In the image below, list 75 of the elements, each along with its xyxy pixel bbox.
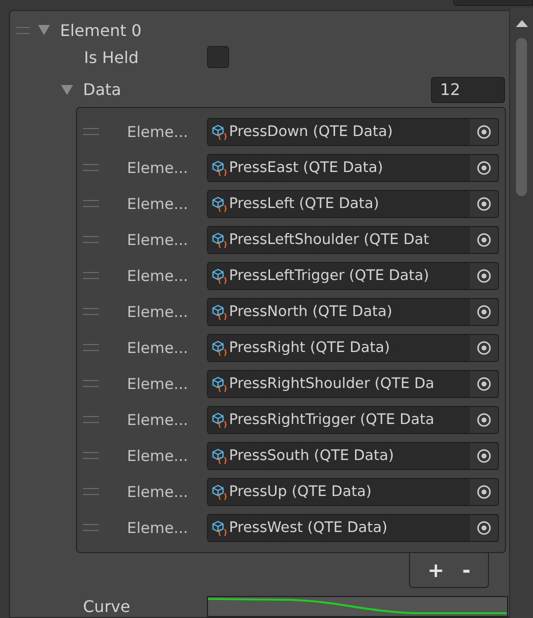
object-field[interactable]: PressUp (QTE Data) xyxy=(207,478,499,506)
size-field[interactable]: 12 xyxy=(431,76,505,103)
object-picker-icon[interactable] xyxy=(470,406,498,433)
script-cube-icon xyxy=(211,412,227,428)
object-field[interactable]: PressSouth (QTE Data) xyxy=(207,442,499,470)
object-field[interactable]: PressWest (QTE Data) xyxy=(207,514,499,542)
drag-handle-icon[interactable] xyxy=(83,524,99,532)
object-picker-icon[interactable] xyxy=(470,442,498,469)
foldout-arrow-icon[interactable] xyxy=(38,25,50,36)
script-cube-icon xyxy=(211,448,227,464)
element-label: Eleme... xyxy=(127,374,190,393)
remove-button[interactable]: - xyxy=(460,558,473,582)
property-label: Curve xyxy=(83,596,132,616)
object-field[interactable]: PressRightShoulder (QTE Da xyxy=(207,370,499,398)
element-label: Eleme... xyxy=(127,158,190,177)
drag-handle-icon[interactable] xyxy=(83,380,99,388)
element-label: Eleme... xyxy=(127,194,190,213)
scrollbar[interactable] xyxy=(509,8,533,618)
object-field[interactable]: PressEast (QTE Data) xyxy=(207,154,499,182)
drag-handle-icon[interactable] xyxy=(83,452,99,460)
object-picker-icon[interactable] xyxy=(470,370,498,397)
object-field[interactable]: PressLeft (QTE Data) xyxy=(207,190,499,218)
drag-handle-icon[interactable] xyxy=(83,200,99,208)
script-cube-icon xyxy=(211,124,227,140)
scroll-thumb[interactable] xyxy=(516,38,527,196)
object-picker-icon[interactable] xyxy=(470,478,498,505)
object-field[interactable]: PressNorth (QTE Data) xyxy=(207,298,499,326)
object-picker-icon[interactable] xyxy=(470,334,498,361)
foldout-arrow-icon[interactable] xyxy=(61,84,73,95)
object-picker-icon[interactable] xyxy=(470,298,498,325)
drag-handle-icon[interactable] xyxy=(83,416,99,424)
object-picker-icon[interactable] xyxy=(470,514,498,541)
object-picker-icon[interactable] xyxy=(470,262,498,289)
script-cube-icon xyxy=(211,232,227,248)
element-label: Eleme... xyxy=(127,230,190,249)
drag-handle-icon[interactable] xyxy=(83,236,99,244)
script-cube-icon xyxy=(211,268,227,284)
property-label: Data xyxy=(83,80,122,100)
drag-handle-icon[interactable] xyxy=(16,26,30,34)
element-label: Eleme... xyxy=(127,482,190,501)
object-field[interactable]: PressLeftShoulder (QTE Dat xyxy=(207,226,499,254)
element-label: Eleme... xyxy=(127,410,190,429)
script-cube-icon xyxy=(211,484,227,500)
object-field[interactable]: PressRight (QTE Data) xyxy=(207,334,499,362)
checkbox[interactable] xyxy=(207,46,229,68)
object-field[interactable]: PressLeftTrigger (QTE Data) xyxy=(207,262,499,290)
object-picker-icon[interactable] xyxy=(470,190,498,217)
object-field[interactable]: PressRightTrigger (QTE Data xyxy=(207,406,499,434)
drag-handle-icon[interactable] xyxy=(83,488,99,496)
object-picker-icon[interactable] xyxy=(470,118,498,145)
object-picker-icon[interactable] xyxy=(470,154,498,181)
text-field[interactable] xyxy=(453,0,533,6)
element-label: Eleme... xyxy=(127,338,190,357)
script-cube-icon xyxy=(211,160,227,176)
script-cube-icon xyxy=(211,520,227,536)
element-label: Element 0 xyxy=(60,20,142,40)
drag-handle-icon[interactable] xyxy=(83,164,99,172)
element-label: Eleme... xyxy=(127,518,190,537)
property-label: Is Held xyxy=(84,48,140,67)
drag-handle-icon[interactable] xyxy=(83,272,99,280)
element-label: Eleme... xyxy=(127,302,190,321)
element-label: Eleme... xyxy=(127,266,190,285)
script-cube-icon xyxy=(211,376,227,392)
script-cube-icon xyxy=(211,304,227,320)
drag-handle-icon[interactable] xyxy=(83,308,99,316)
drag-handle-icon[interactable] xyxy=(83,344,99,352)
script-cube-icon xyxy=(211,340,227,356)
element-label: Eleme... xyxy=(127,446,190,465)
object-field[interactable]: PressDown (QTE Data) xyxy=(207,118,499,146)
script-cube-icon xyxy=(211,196,227,212)
scroll-up-icon[interactable] xyxy=(516,20,528,27)
element-label: Eleme... xyxy=(127,122,190,141)
drag-handle-icon[interactable] xyxy=(83,128,99,136)
object-picker-icon[interactable] xyxy=(470,226,498,253)
add-button[interactable]: + xyxy=(425,558,446,582)
